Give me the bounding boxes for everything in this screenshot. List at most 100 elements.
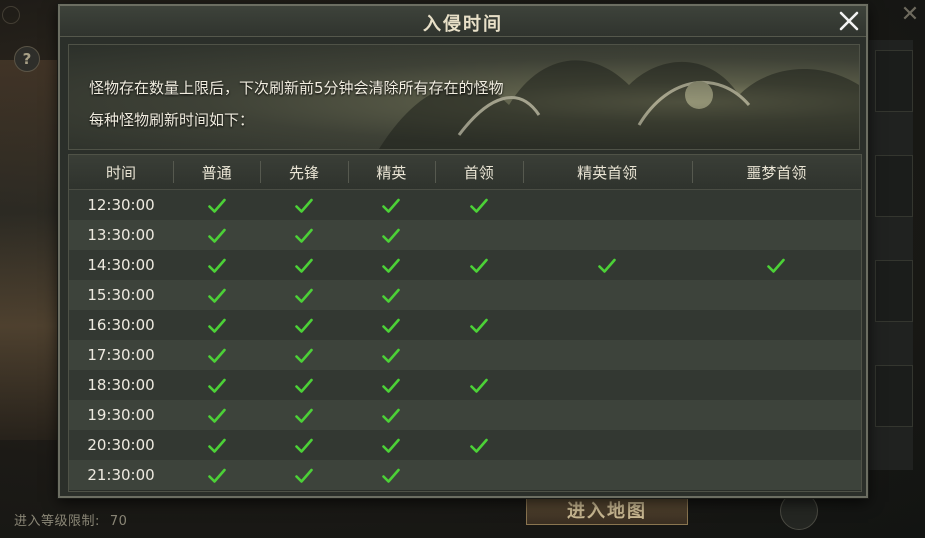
check-icon [295,228,313,244]
schedule-cell [522,250,692,280]
check-icon [382,198,401,214]
schedule-cell [347,370,436,400]
background-close-icon[interactable]: ✕ [899,4,921,26]
schedule-cell [347,430,436,460]
time-cell: 13:30:00 [69,220,173,250]
schedule-cell [435,370,523,400]
schedule-cell [522,280,692,310]
side-slot [875,155,913,217]
schedule-cell [347,400,436,430]
time-cell: 16:30:00 [69,310,173,340]
schedule-cell [435,460,523,490]
check-icon [382,288,401,304]
close-icon [839,11,859,31]
time-cell: 15:30:00 [69,280,173,310]
dialog-title: 入侵时间 [423,14,503,35]
schedule-cell [173,400,261,430]
check-icon [767,258,786,274]
schedule-cell [173,220,261,250]
check-icon [207,318,226,334]
check-icon [207,198,226,214]
table-row: 13:30:00 [69,220,861,250]
check-icon [382,318,401,334]
schedule-cell [691,250,861,280]
check-icon [470,198,488,214]
close-button[interactable] [836,8,862,34]
check-icon [382,468,401,484]
schedule-cell [173,460,261,490]
schedule-cell [435,430,523,460]
schedule-cell [347,280,436,310]
schedule-cell [173,280,261,310]
schedule-cell [347,460,436,490]
schedule-cell [691,370,861,400]
check-icon [295,408,313,424]
schedule-cell [347,340,436,370]
enter-map-button[interactable]: 进入地图 [526,496,688,525]
check-icon [207,378,226,394]
schedule-cell [691,400,861,430]
schedule-cell [522,430,692,460]
schedule-cell [522,370,692,400]
schedule-cell [260,340,348,370]
schedule-cell [435,189,523,220]
side-slot [875,260,913,322]
table-row: 12:30:00 [69,189,861,220]
schedule-cell [173,310,261,340]
schedule-cell [522,340,692,370]
table-row: 15:30:00 [69,280,861,310]
check-icon [295,468,313,484]
check-icon [295,318,313,334]
invasion-time-dialog: 入侵时间 怪物存在数量上限后，下次刷新前5分钟会清除所有存在的怪物 每种怪物刷新… [58,4,868,498]
schedule-cell [260,280,348,310]
table-row: 18:30:00 [69,370,861,400]
check-icon [207,228,226,244]
help-button[interactable]: ? [14,46,40,72]
check-icon [470,318,488,334]
side-panel [868,40,913,470]
check-icon [207,288,226,304]
schedule-cell [260,400,348,430]
schedule-cell [435,400,523,430]
column-header: 普通 [173,155,261,190]
check-icon [470,378,488,394]
check-icon [382,348,401,364]
schedule-cell [173,250,261,280]
table-row: 17:30:00 [69,340,861,370]
schedule-cell [347,189,436,220]
check-icon [382,228,401,244]
schedule-cell [173,430,261,460]
corner-ornament-icon [2,6,20,24]
level-requirement: 进入等级限制: 70 [14,510,127,529]
info-banner: 怪物存在数量上限后，下次刷新前5分钟会清除所有存在的怪物 每种怪物刷新时间如下： [68,44,860,150]
column-header: 时间 [69,155,173,190]
schedule-cell [435,280,523,310]
check-icon [295,258,313,274]
check-icon [295,348,313,364]
check-icon [470,258,488,274]
time-cell: 14:30:00 [69,250,173,280]
schedule-cell [260,250,348,280]
column-header: 噩梦首领 [691,155,861,190]
schedule-cell [522,220,692,250]
check-icon [470,438,488,454]
schedule-cell [691,340,861,370]
check-icon [295,438,313,454]
schedule-cell [691,220,861,250]
schedule-cell [691,280,861,310]
schedule-table: 时间 普通 先锋 精英 首领 精英首领 噩梦首领 12:30:00 13:30:00 14:30… [68,154,862,492]
schedule-cell [435,220,523,250]
time-cell: 18:30:00 [69,370,173,400]
schedule-cell [260,370,348,400]
schedule-cell [260,430,348,460]
side-slot [875,365,913,427]
schedule-cell [435,310,523,340]
info-line-2: 每种怪物刷新时间如下： [89,111,255,129]
check-icon [598,258,616,274]
check-icon [207,408,226,424]
schedule-cell [435,340,523,370]
schedule-cell [347,250,436,280]
check-icon [382,258,401,274]
schedule-cell [522,460,692,490]
schedule-cell [173,189,261,220]
